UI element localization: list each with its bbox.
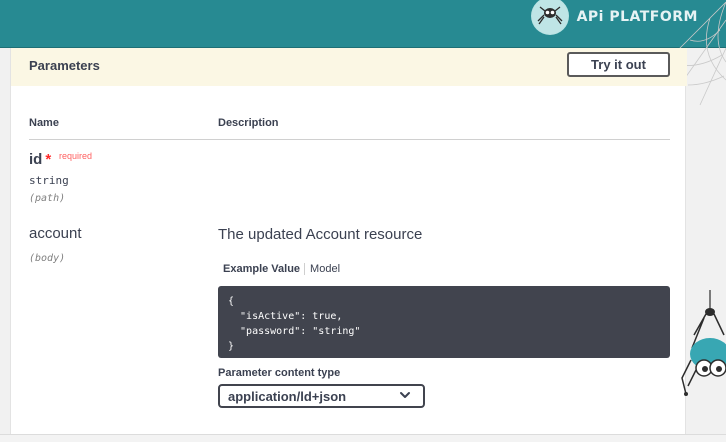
param-location: (path) bbox=[29, 193, 66, 204]
param-location: (body) bbox=[29, 253, 66, 264]
param-name-account: account bbox=[29, 225, 82, 242]
content-type-value: application/ld+json bbox=[228, 388, 347, 404]
param-type: string bbox=[29, 174, 69, 187]
parameters-title: Parameters bbox=[29, 58, 100, 73]
spider-logo-icon bbox=[530, 0, 569, 35]
required-label: required bbox=[59, 151, 93, 161]
tab-model[interactable]: Model bbox=[305, 263, 340, 275]
content-type-label: Parameter content type bbox=[218, 367, 341, 379]
page-bottom-border bbox=[0, 434, 726, 442]
param-description: The updated Account resource bbox=[218, 226, 423, 243]
required-star: * bbox=[45, 151, 52, 168]
chevron-down-icon bbox=[400, 392, 410, 398]
header-divider bbox=[29, 139, 670, 140]
param-name-id: id * bbox=[29, 151, 51, 168]
spider-mascot-icon bbox=[681, 290, 726, 396]
content-type-select[interactable]: application/ld+json bbox=[218, 384, 425, 408]
column-header-description: Description bbox=[218, 117, 279, 129]
tab-example-value[interactable]: Example Value bbox=[218, 263, 306, 275]
column-header-name: Name bbox=[29, 117, 59, 129]
try-it-out-button[interactable]: Try it out bbox=[567, 52, 670, 77]
example-model-tabs: Example Value Model bbox=[218, 262, 340, 276]
parameters-header: Parameters Try it out bbox=[11, 48, 687, 86]
param-name-text: id bbox=[29, 151, 43, 168]
top-bar: APi PLATFORM bbox=[0, 0, 726, 48]
parameters-panel: Parameters Try it out Name Description i… bbox=[10, 48, 687, 434]
example-code-block: { "isActive": true, "password": "string"… bbox=[218, 286, 670, 358]
